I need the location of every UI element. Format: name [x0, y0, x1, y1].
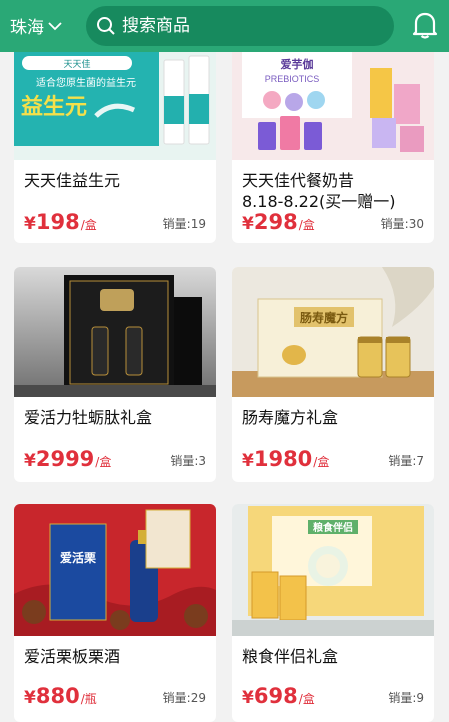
sales-count: 销量:3	[170, 454, 206, 468]
image-text: 肠寿魔方	[300, 310, 348, 325]
image-text: 爱活栗	[60, 550, 96, 565]
search-box[interactable]	[86, 6, 394, 46]
price-unit: /盒	[298, 692, 315, 706]
price-currency: ¥	[242, 688, 254, 708]
top-bar: 珠海	[0, 0, 449, 52]
product-name-line: 天天佳益生元	[24, 171, 121, 190]
product-name-line: 天天佳代餐奶昔	[242, 171, 355, 190]
image-text: 益生元	[21, 94, 87, 120]
price-currency: ¥	[24, 451, 36, 471]
price-currency: ¥	[242, 451, 254, 471]
product-name: 爱活栗板栗酒	[24, 646, 210, 667]
product-price: ¥198/盒	[24, 210, 97, 234]
product-card[interactable]: 爱活栗 爱活栗板栗酒 ¥880/瓶 销量:29	[14, 504, 216, 722]
price-unit: /盒	[298, 218, 315, 232]
product-name-line: 肠寿魔方礼盒	[242, 408, 339, 427]
chevron-down-icon	[48, 21, 62, 30]
product-image: 肠寿魔方	[232, 267, 434, 397]
product-price: ¥1980/盒	[242, 447, 329, 471]
image-text: 适合您原生菌的益生元	[36, 76, 136, 89]
price-value: 2999	[35, 447, 95, 471]
price-currency: ¥	[24, 214, 36, 234]
sales-count: 销量:30	[380, 217, 424, 231]
city-selector[interactable]: 珠海	[10, 13, 63, 38]
product-image: 天天佳 适合您原生菌的益生元 益生元	[14, 38, 216, 160]
product-name-line: 爱活栗板栗酒	[24, 647, 121, 666]
image-text: 爱芋伽	[281, 57, 314, 71]
image-text: 粮食伴侣	[313, 521, 353, 534]
city-label: 珠海	[10, 18, 44, 38]
price-unit: /盒	[95, 455, 112, 469]
price-value: 880	[35, 684, 80, 708]
product-name: 爱活力牡蛎肽礼盒	[24, 407, 210, 428]
product-name: 粮食伴侣礼盒	[242, 646, 428, 667]
product-image: 粮食伴侣	[232, 504, 434, 636]
product-image: 爱芋伽 PREBIOTICS	[232, 38, 434, 160]
product-price: ¥298/盒	[242, 210, 315, 234]
product-name: 肠寿魔方礼盒	[242, 407, 428, 428]
image-text: PREBIOTICS	[265, 74, 320, 84]
price-unit: /瓶	[80, 692, 97, 706]
price-value: 1980	[253, 447, 313, 471]
product-price: ¥2999/盒	[24, 447, 111, 471]
product-price: ¥880/瓶	[24, 684, 97, 708]
product-name-line: 8.18-8.22(买一赠一)	[242, 192, 396, 211]
product-name-line: 粮食伴侣礼盒	[242, 647, 339, 666]
product-card[interactable]: 爱芋伽 PREBIOTICS 天天佳代餐奶昔 8.18-8.22(买一赠一) ¥…	[232, 38, 434, 243]
product-name-line: 爱活力牡蛎肽礼盒	[24, 408, 153, 427]
sales-count: 销量:7	[388, 454, 424, 468]
sales-count: 销量:29	[162, 691, 206, 705]
product-name: 天天佳益生元	[24, 170, 210, 191]
product-image	[14, 267, 216, 397]
price-unit: /盒	[80, 218, 97, 232]
price-currency: ¥	[242, 214, 254, 234]
product-image: 爱活栗	[14, 504, 216, 636]
price-value: 198	[35, 210, 80, 234]
product-price: ¥698/盒	[242, 684, 315, 708]
search-icon	[96, 16, 116, 36]
price-unit: /盒	[313, 455, 330, 469]
product-card[interactable]: 爱活力牡蛎肽礼盒 ¥2999/盒 销量:3	[14, 267, 216, 482]
sales-count: 销量:19	[162, 217, 206, 231]
product-card[interactable]: 粮食伴侣 粮食伴侣礼盒 ¥698/盒 销量:9	[232, 504, 434, 722]
product-name: 天天佳代餐奶昔 8.18-8.22(买一赠一)	[242, 170, 428, 212]
product-card[interactable]: 天天佳 适合您原生菌的益生元 益生元 天天佳益生元 ¥198/盒 销量:19	[14, 38, 216, 243]
search-input[interactable]	[122, 16, 362, 36]
product-card[interactable]: 肠寿魔方 肠寿魔方礼盒 ¥1980/盒 销量:7	[232, 267, 434, 482]
price-currency: ¥	[24, 688, 36, 708]
bell-icon[interactable]	[412, 11, 438, 43]
price-value: 298	[253, 210, 298, 234]
sales-count: 销量:9	[388, 691, 424, 705]
price-value: 698	[253, 684, 298, 708]
image-text: 天天佳	[63, 58, 90, 69]
